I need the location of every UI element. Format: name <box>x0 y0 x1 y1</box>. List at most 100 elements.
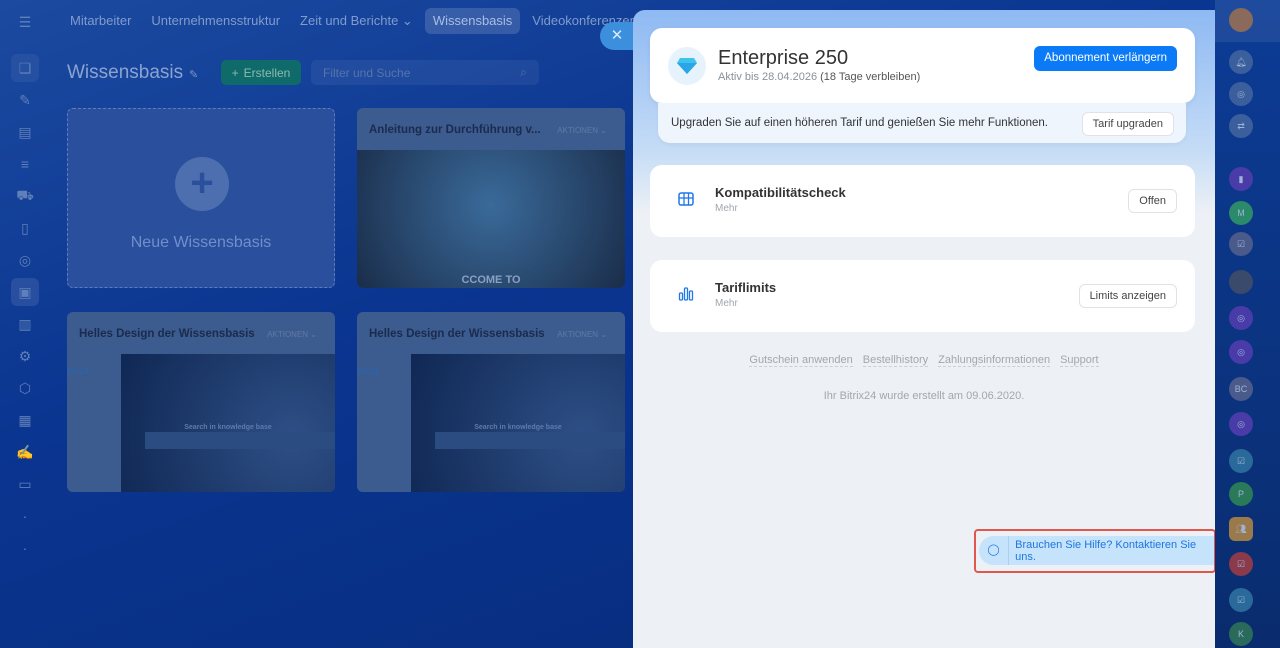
grid-icon <box>678 192 694 211</box>
right-sidebar: 🔔︎ ◎ ⇄ ▮ M ☑ ◎ ◎ BC ◎ ☑ P 👥︎ ☑ ☑ K <box>1215 0 1280 648</box>
pin-icon[interactable]: ✎ <box>189 68 198 81</box>
group-chat-icon[interactable]: 👥︎ <box>1229 517 1253 541</box>
calendar-icon[interactable]: ▦ <box>11 406 39 434</box>
help-highlight: ◯ Brauchen Sie Hilfe? Kontaktieren Sie u… <box>974 529 1216 573</box>
upgrade-text: Upgraden Sie auf einen höheren Tarif und… <box>671 117 1048 129</box>
help-contact-button[interactable]: ◯ Brauchen Sie Hilfe? Kontaktieren Sie u… <box>979 536 1214 565</box>
copilot-icon[interactable]: ◎ <box>1229 82 1253 106</box>
market-icon[interactable]: ▭ <box>11 470 39 498</box>
nav-mitarbeiter[interactable]: Mitarbeiter <box>62 8 139 34</box>
task-chat-icon[interactable]: ☑ <box>1229 232 1253 256</box>
support-link[interactable]: Support <box>1060 354 1099 367</box>
preview-search-bar <box>145 432 335 449</box>
card-title: Helles Design der Wissensbasis <box>369 328 545 340</box>
order-history-link[interactable]: Bestellhistory <box>862 354 929 367</box>
upgrade-plan-button[interactable]: Tarif upgraden <box>1081 112 1174 136</box>
upgrade-banner: Upgraden Sie auf einen höheren Tarif und… <box>658 103 1186 143</box>
contact-avatar[interactable] <box>1229 270 1253 294</box>
logo-text: trix24 <box>67 366 90 376</box>
signature-icon[interactable]: ✍ <box>11 438 39 466</box>
more-icon[interactable]: · <box>11 502 39 530</box>
plus-icon: + <box>175 157 229 211</box>
actions-dropdown[interactable]: AKTIONEN ⌄ <box>557 126 607 135</box>
knowledge-card[interactable]: Anleitung zur Durchführung v... AKTIONEN… <box>357 108 625 288</box>
page-title: Wissensbasis <box>67 62 184 83</box>
contact-avatar-bc[interactable]: BC <box>1229 377 1253 401</box>
actions-dropdown[interactable]: AKTIONEN ⌄ <box>557 330 607 339</box>
knowledge-icon[interactable]: ▣ <box>11 278 39 306</box>
payment-info-link[interactable]: Zahlungsinformationen <box>938 354 1051 367</box>
top-navigation: Mitarbeiter Unternehmensstruktur Zeit un… <box>62 8 683 34</box>
documents-icon[interactable]: ▯ <box>11 214 39 242</box>
create-button[interactable]: + Erstellen <box>221 60 301 85</box>
show-limits-button[interactable]: Limits anzeigen <box>1078 284 1177 308</box>
user-avatar[interactable] <box>1229 8 1253 32</box>
actions-dropdown[interactable]: AKTIONEN ⌄ <box>267 330 317 339</box>
analytics-icon[interactable]: ▥ <box>11 310 39 338</box>
support-chat-icon[interactable]: ⇄ <box>1229 114 1253 138</box>
menu-icon[interactable]: ☰ <box>11 8 39 36</box>
plan-card: Enterprise 250 Aktiv bis 28.04.2026 (18 … <box>650 28 1195 103</box>
task-chat-icon[interactable]: ☑ <box>1229 588 1253 612</box>
task-chat-icon[interactable]: ☑ <box>1229 449 1253 473</box>
apply-coupon-link[interactable]: Gutschein anwenden <box>749 354 853 367</box>
crm-icon[interactable]: ≡ <box>11 150 39 178</box>
diamond-icon <box>668 47 706 85</box>
search-icon: ⌕ <box>520 65 527 79</box>
contact-avatar-k[interactable]: K <box>1229 622 1253 646</box>
footer-links: Gutschein anwenden Bestellhistory Zahlun… <box>633 354 1215 367</box>
logo-text: trix24 <box>357 366 380 376</box>
copilot-chat-icon[interactable]: ◎ <box>1229 306 1253 330</box>
card-image: Search in knowledge base <box>121 354 335 492</box>
contact-avatar-p[interactable]: P <box>1229 482 1253 506</box>
chat-bubble-icon: ◯ <box>979 536 1010 565</box>
left-sidebar: ☰ ❏ ✎ ▤ ≡ ⛟ ▯ ◎ ▣ ▥ ⚙ ⬡ ▦ ✍ ▭ · · <box>0 0 50 648</box>
contact-avatar[interactable]: ▮ <box>1229 167 1253 191</box>
feature-name: Kompatibilitätscheck <box>715 185 846 200</box>
copilot-chat-icon[interactable]: ◎ <box>1229 340 1253 364</box>
renew-subscription-button[interactable]: Abonnement verlängern <box>1034 46 1177 71</box>
preview-search-bar <box>435 432 625 449</box>
compatibility-check-card: Kompatibilitätscheck Mehr Offen <box>650 165 1195 237</box>
card-caption: CCOME TO <box>461 274 521 286</box>
feed-icon[interactable]: ✎ <box>11 86 39 114</box>
nav-wissensbasis[interactable]: Wissensbasis <box>424 8 521 34</box>
bell-icon[interactable]: 🔔︎ <box>1229 50 1253 74</box>
copilot-chat-icon[interactable]: ◎ <box>1229 412 1253 436</box>
settings-icon[interactable]: · <box>11 534 39 562</box>
preview-search-text: Search in knowledge base <box>474 424 562 431</box>
plus-icon: + <box>231 65 239 80</box>
preview-sidebar: trix24 <box>67 354 121 492</box>
card-image: Search in knowledge base <box>411 354 625 492</box>
search-placeholder: Filter und Suche <box>323 66 411 80</box>
sites-icon[interactable]: ◎ <box>11 246 39 274</box>
tasks-icon[interactable]: ▤ <box>11 118 39 146</box>
preview-sidebar: trix24 <box>357 354 411 492</box>
task-chat-icon[interactable]: ☑ <box>1229 552 1253 576</box>
active-until: Aktiv bis 28.04.2026 <box>718 71 818 83</box>
card-title: Helles Design der Wissensbasis <box>79 328 255 340</box>
create-label: Erstellen <box>243 65 291 80</box>
plan-status: Aktiv bis 28.04.2026 (18 Tage verbleiben… <box>718 71 920 83</box>
search-input[interactable]: Filter und Suche ⌕ <box>311 60 539 85</box>
automation-icon[interactable]: ⚙ <box>11 342 39 370</box>
help-text: Brauchen Sie Hilfe? Kontaktieren Sie uns… <box>1015 538 1197 563</box>
knowledge-card[interactable]: Helles Design der Wissensbasis AKTIONEN … <box>67 312 335 492</box>
new-knowledge-base-label: Neue Wissensbasis <box>130 234 272 251</box>
days-remaining: (18 Tage verbleiben) <box>820 71 921 83</box>
bar-chart-icon <box>678 287 694 306</box>
nav-unternehmensstruktur[interactable]: Unternehmensstruktur <box>143 8 288 34</box>
card-image: CCOME TO <box>357 150 625 288</box>
cart-icon[interactable]: ⛟ <box>11 182 39 210</box>
inventory-icon[interactable]: ⬡ <box>11 374 39 402</box>
knowledge-card[interactable]: Helles Design der Wissensbasis AKTIONEN … <box>357 312 625 492</box>
more-link[interactable]: Mehr <box>715 298 738 309</box>
nav-zeit-und-berichte[interactable]: Zeit und Berichte ⌄ <box>292 8 421 34</box>
new-knowledge-base-card[interactable]: + Neue Wissensbasis <box>67 108 335 288</box>
contact-avatar-m[interactable]: M <box>1229 201 1253 225</box>
preview-search-text: Search in knowledge base <box>184 424 272 431</box>
chat-icon[interactable]: ❏ <box>11 54 39 82</box>
feature-name: Tariflimits <box>715 280 777 295</box>
more-link[interactable]: Mehr <box>715 203 738 214</box>
open-button[interactable]: Offen <box>1128 189 1177 213</box>
